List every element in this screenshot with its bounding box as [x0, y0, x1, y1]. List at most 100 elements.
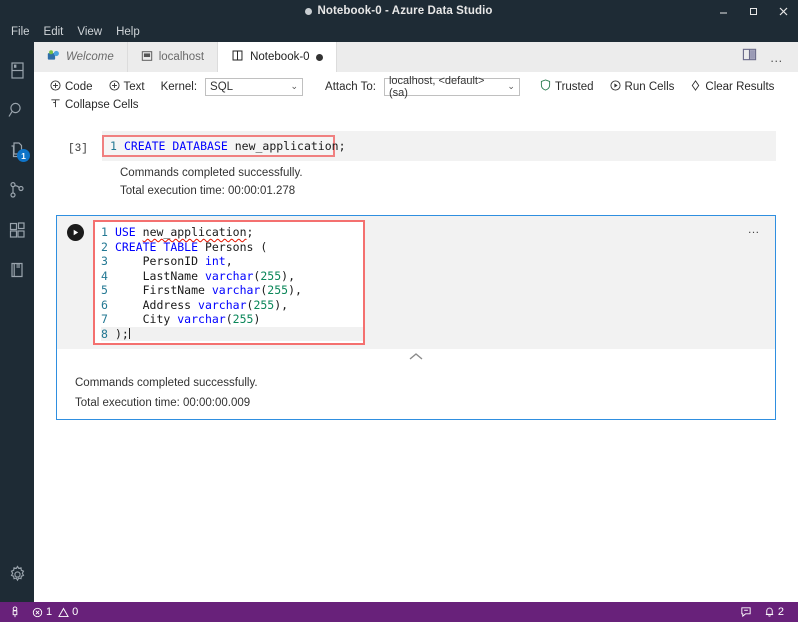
tab-bar-actions: …: [736, 42, 798, 72]
window-title: Notebook-0 - Azure Data Studio: [305, 5, 492, 17]
code-token: int: [204, 254, 226, 268]
code-token: LastName: [114, 268, 205, 283]
code-token: 255: [260, 268, 282, 283]
collapse-cells-button[interactable]: Collapse Cells: [44, 96, 145, 114]
code-token: ),: [274, 297, 289, 312]
line-number: 2: [101, 239, 108, 254]
code-token: 255: [267, 283, 289, 297]
notebook-cell[interactable]: [3] 1 CREATE DATABASE new_application; Co…: [56, 131, 776, 197]
cell-more-actions-button[interactable]: …: [748, 222, 762, 236]
shield-icon: [540, 79, 551, 94]
window-controls: [708, 0, 798, 22]
code-token: ;: [246, 225, 254, 239]
status-notifications-button[interactable]: 2: [758, 602, 790, 622]
tab-label: Notebook-0: [250, 51, 310, 63]
tab-notebook-0[interactable]: Notebook-0: [218, 42, 337, 72]
sidebar-item-manage[interactable]: [0, 554, 34, 594]
run-cell-button[interactable]: [66, 224, 84, 241]
clear-icon: [690, 79, 701, 94]
code-line: 5 FirstName varchar(255),: [101, 283, 363, 298]
code-editor[interactable]: 1 CREATE DATABASE new_application;: [102, 131, 776, 161]
azure-data-studio-window: Notebook-0 - Azure Data Studio File Edit…: [0, 0, 798, 622]
cell-output-line: Total execution time: 00:00:00.009: [75, 397, 251, 409]
run-cells-button[interactable]: Run Cells: [604, 78, 681, 96]
code-token: new_application: [142, 225, 247, 239]
status-feedback-button[interactable]: [738, 602, 758, 622]
attach-to-label: Attach To:: [325, 80, 376, 93]
bell-icon: [764, 606, 775, 618]
attach-to-value: localhost, <default> (sa): [388, 74, 485, 99]
cell-top: 1 USE new_application; 2 CREATE TABLE Pers…: [57, 216, 775, 349]
line-number: 7: [101, 312, 108, 326]
menu-file[interactable]: File: [4, 24, 37, 40]
dirty-indicator-icon: [305, 7, 313, 15]
split-editor-icon: [742, 47, 757, 67]
code-line: 1 CREATE DATABASE new_application;: [110, 139, 346, 154]
code-token: varchar: [204, 268, 254, 283]
sidebar-item-source-control[interactable]: 1: [0, 130, 34, 170]
status-bar-right: 2: [738, 602, 790, 622]
editor-more-actions-button[interactable]: …: [764, 42, 790, 72]
status-problems-button[interactable]: 1 0: [26, 602, 84, 622]
run-cells-label: Run Cells: [624, 80, 675, 93]
editor-area: Welcome localhost Notebook-0 … Code Text…: [34, 42, 798, 602]
code-token: ),: [281, 268, 295, 283]
line-number: 4: [101, 268, 108, 283]
maximize-button[interactable]: [738, 0, 768, 22]
code-token: ),: [288, 283, 302, 297]
attach-to-select[interactable]: localhost, <default> (sa) ⌄: [383, 74, 520, 99]
code-selection-highlight: 1 CREATE DATABASE new_application;: [102, 134, 346, 158]
kernel-select[interactable]: SQL ⌄: [205, 77, 304, 96]
sidebar-item-connections[interactable]: [0, 170, 34, 210]
code-token: ): [253, 312, 261, 326]
notebook-cell-active[interactable]: 1 USE new_application; 2 CREATE TABLE Pers…: [56, 215, 776, 420]
gear-icon: [8, 564, 27, 584]
welcome-icon: [47, 49, 60, 65]
execution-count: [3]: [68, 143, 88, 155]
code-token: varchar: [177, 312, 226, 326]
collapse-cell-button[interactable]: [57, 349, 775, 365]
code-token: 255: [253, 297, 275, 312]
cell-output-line: Commands completed successfully.: [120, 167, 303, 179]
split-editor-button[interactable]: [736, 42, 762, 72]
tab-dirty-icon[interactable]: [315, 53, 323, 61]
notification-count: 2: [777, 606, 784, 618]
sidebar-item-notebooks[interactable]: [0, 250, 34, 290]
code-editor[interactable]: 1 USE new_application; 2 CREATE TABLE Pers…: [93, 216, 775, 349]
trusted-label: Trusted: [554, 80, 594, 93]
collapse-icon: [50, 98, 61, 112]
status-remote-button[interactable]: [8, 602, 26, 622]
add-circle-icon: [108, 79, 120, 94]
code-token: 255: [232, 312, 254, 326]
clear-results-button[interactable]: Clear Results: [684, 78, 780, 96]
files-icon: [9, 61, 26, 80]
tab-localhost[interactable]: localhost: [127, 42, 219, 72]
code-token: CREATE TABLE: [114, 239, 205, 254]
sidebar-item-explorer[interactable]: [0, 50, 34, 90]
add-text-cell-button[interactable]: Text: [103, 78, 151, 96]
minimize-button[interactable]: [708, 0, 738, 22]
error-icon: [32, 607, 43, 618]
code-token: (: [225, 312, 233, 326]
menu-edit[interactable]: Edit: [37, 24, 71, 40]
code-token: new_application;: [234, 138, 346, 153]
menu-view[interactable]: View: [70, 24, 109, 40]
error-count: 1: [46, 606, 53, 618]
tab-welcome[interactable]: Welcome: [34, 42, 128, 72]
chevron-down-icon: ⌄: [290, 81, 299, 91]
menu-help[interactable]: Help: [109, 24, 147, 40]
code-line: 4 LastName varchar(255),: [101, 269, 363, 284]
extensions-icon: [8, 221, 26, 239]
sidebar-item-extensions[interactable]: [0, 210, 34, 250]
code-token: FirstName: [114, 283, 212, 297]
add-code-cell-button[interactable]: Code: [44, 78, 99, 96]
trusted-button[interactable]: Trusted: [534, 77, 600, 96]
editor-horizontal-scrollbar[interactable]: [93, 345, 775, 349]
notebook-canvas: [3] 1 CREATE DATABASE new_application; Co…: [34, 119, 798, 602]
line-number: 3: [101, 254, 108, 268]
tab-label: localhost: [158, 51, 205, 63]
close-button[interactable]: [768, 0, 798, 22]
code-line: 6 Address varchar(255),: [101, 298, 363, 313]
run-cell-column: [57, 216, 93, 349]
sidebar-item-search[interactable]: [0, 90, 34, 130]
